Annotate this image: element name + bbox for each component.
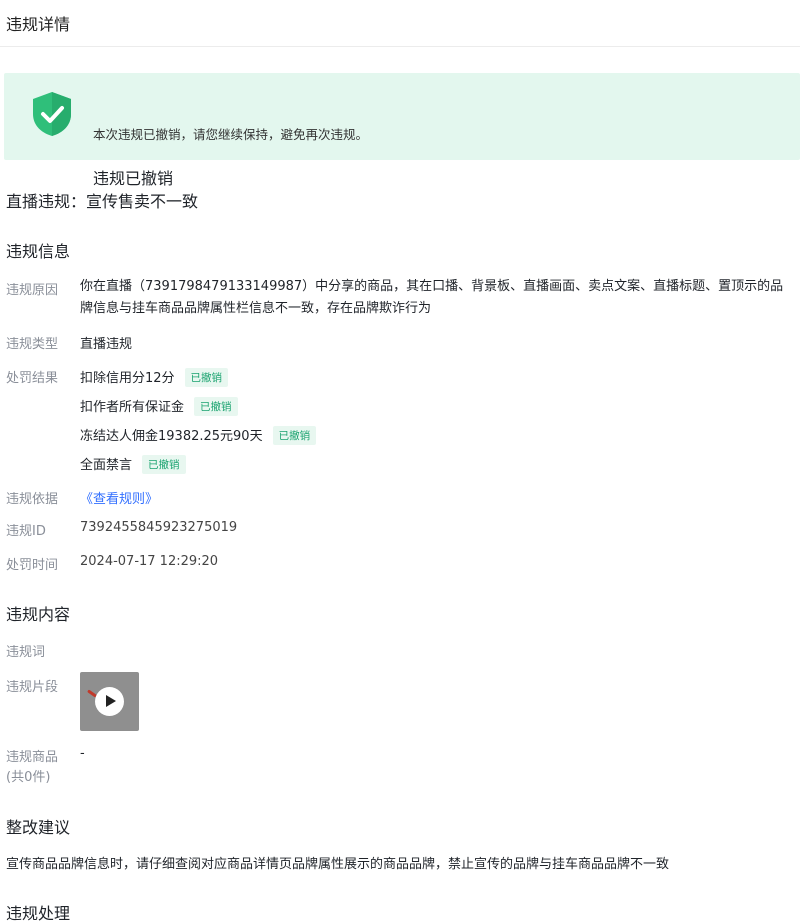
violation-id-label: 违规ID [6, 524, 46, 539]
penalty-item: 冻结达人佣金19382.25元90天 已撤销 [80, 425, 317, 445]
revoked-banner: 违规已撤销 本次违规已撤销，请您继续保持，避免再次违规。 [4, 73, 800, 188]
violation-goods-count: (共0件) [6, 770, 51, 785]
violation-info-heading: 违规信息 [6, 242, 71, 261]
banner-title: 违规已撤销 [93, 169, 174, 188]
reason-label: 违规原因 [6, 283, 59, 298]
handling-heading: 违规处理 [6, 904, 71, 923]
type-label: 违规类型 [6, 337, 59, 352]
page-title: 违规详情 [6, 15, 71, 34]
penalty-label: 处罚结果 [6, 371, 59, 386]
penalty-text: 扣除信用分12分 [80, 371, 175, 386]
penalty-time-label: 处罚时间 [6, 558, 59, 573]
revoked-tag: 已撤销 [272, 426, 317, 445]
violation-clip-thumbnail[interactable] [80, 672, 139, 731]
play-icon[interactable] [95, 687, 124, 716]
revoked-tag: 已撤销 [194, 397, 238, 416]
revoked-tag: 已撤销 [184, 368, 229, 387]
violation-goods-value: - [80, 746, 85, 761]
violation-goods-label: 违规商品 [6, 750, 59, 765]
type-value: 直播违规 [80, 337, 133, 352]
shield-check-icon [33, 92, 71, 136]
penalty-text: 全面禁言 [80, 458, 133, 473]
penalty-text: 冻结达人佣金19382.25元90天 [80, 429, 263, 444]
violation-clip-label: 违规片段 [6, 680, 59, 695]
penalty-time-value: 2024-07-17 12:29:20 [80, 554, 219, 569]
basis-label: 违规依据 [6, 492, 59, 507]
violation-id-value: 7392455845923275019 [80, 520, 238, 535]
advice-heading: 整改建议 [6, 818, 71, 837]
penalty-text: 扣作者所有保证金 [80, 400, 185, 415]
violation-headline: 直播违规：宣传售卖不一致 [6, 192, 199, 211]
penalty-item: 扣作者所有保证金 已撤销 [80, 396, 238, 416]
view-rules-link[interactable]: 《查看规则》 [80, 488, 158, 507]
revoked-tag: 已撤销 [142, 455, 186, 474]
banner-description: 本次违规已撤销，请您继续保持，避免再次违规。 [93, 127, 369, 142]
page-header: 违规详情 [0, 0, 800, 47]
reason-text: 你在直播（7391798479133149987）中分享的商品，其在口播、背景板… [80, 279, 784, 316]
advice-text: 宣传商品品牌信息时，请仔细查阅对应商品详情页品牌属性展示的商品品牌，禁止宣传的品… [6, 857, 670, 872]
penalty-item: 扣除信用分12分 已撤销 [80, 367, 229, 387]
penalty-item: 全面禁言 已撤销 [80, 454, 186, 474]
violation-word-label: 违规词 [6, 645, 46, 660]
violation-content-heading: 违规内容 [6, 605, 71, 624]
